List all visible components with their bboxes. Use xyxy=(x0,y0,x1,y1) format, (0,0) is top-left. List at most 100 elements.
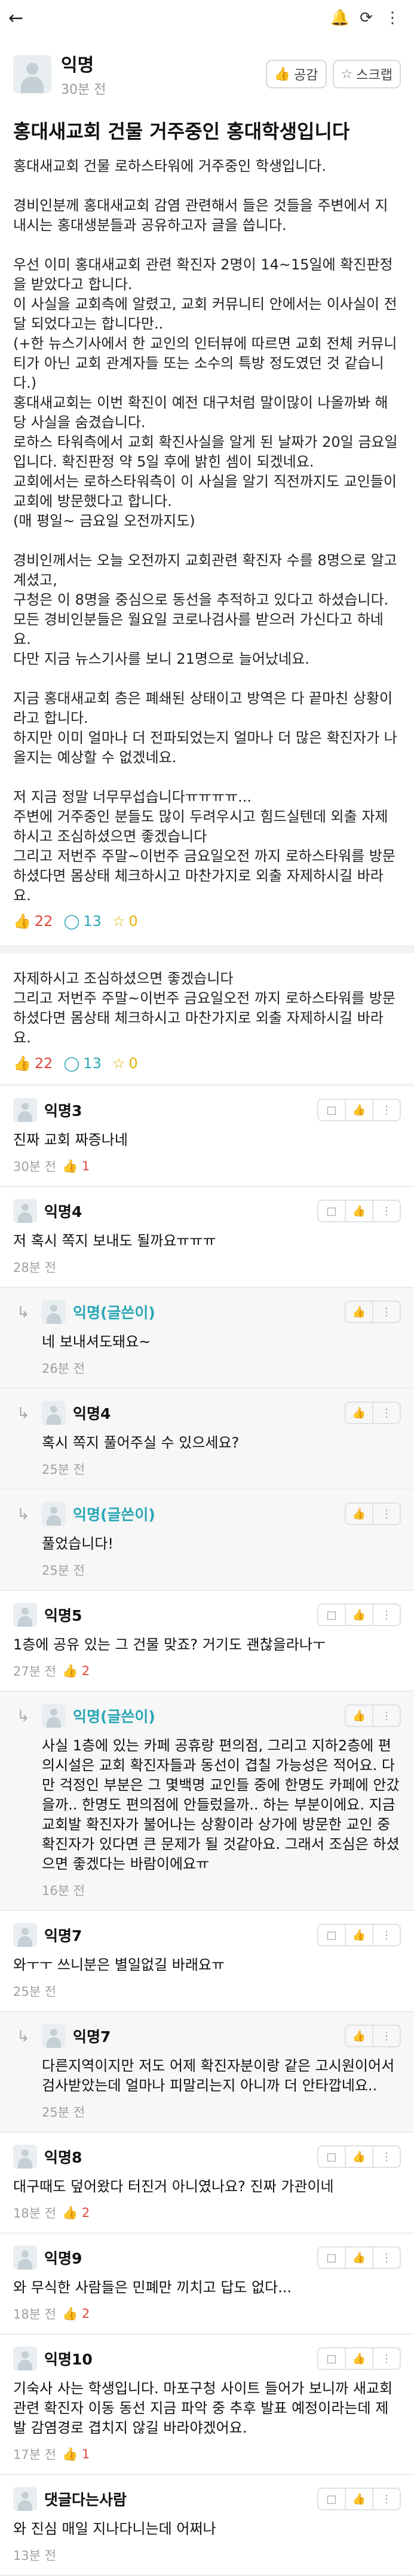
back-arrow-icon[interactable]: ← xyxy=(8,8,32,29)
like-icon: 👍 xyxy=(62,2446,78,2461)
comment-actions: □ 👍 ⋮ xyxy=(317,2488,401,2510)
comment-author: 익명4 xyxy=(44,1203,82,1220)
comment-text: 1층에 공유 있는 그 건물 맞죠? 거기도 괜찮을라나ㅜ xyxy=(13,1636,326,1653)
post-title: 홍대새교회 건물 거주중인 홍대학생입니다 xyxy=(13,120,350,143)
thumbs-up-icon[interactable]: 👍 xyxy=(345,2247,372,2268)
reply-icon[interactable]: □ xyxy=(318,2489,345,2509)
more-vertical-icon[interactable]: ⋮ xyxy=(372,1504,400,1524)
post-counts: 👍 22 ◯ 13 ☆ 0 xyxy=(13,913,401,930)
avatar xyxy=(42,2024,66,2048)
more-vertical-icon[interactable]: ⋮ xyxy=(372,2489,400,2509)
comment-actions: □ 👍 ⋮ xyxy=(317,1099,401,1121)
section-divider xyxy=(0,945,414,953)
more-vertical-icon[interactable]: ⋮ xyxy=(372,1201,400,1221)
thumbs-up-icon[interactable]: 👍 xyxy=(346,1504,372,1524)
comment-author: 익명10 xyxy=(44,2351,93,2368)
reply-icon[interactable]: □ xyxy=(318,2146,345,2167)
like-icon: 👍 xyxy=(62,1158,78,1173)
comment-actions: □ 👍 ⋮ xyxy=(317,1924,401,1946)
post-author: 익명 xyxy=(61,55,94,76)
comment-time: 27분 전 xyxy=(13,1664,57,1679)
reply-icon[interactable]: □ xyxy=(318,1100,345,1120)
comment-text: 다른지역이지만 저도 어제 확진자분이랑 같은 고시원이어서 검사받았는데 얼마… xyxy=(42,2057,399,2094)
more-vertical-icon[interactable]: ⋮ xyxy=(372,1706,400,1726)
more-vertical-icon[interactable]: ⋮ xyxy=(372,1403,400,1423)
comment-icon: ◯ xyxy=(63,1055,80,1072)
more-vertical-icon[interactable]: ⋮ xyxy=(372,1925,400,1945)
comment-like-count: 2 xyxy=(81,1663,90,1678)
comment-time: 28분 전 xyxy=(13,1261,57,1275)
reply-icon[interactable]: □ xyxy=(318,1605,345,1625)
comment-item: 익명10 □ 👍 ⋮ 기숙사 사는 학생입니다. 마포구청 사이트 들어가 보니까 새교… xyxy=(0,2335,414,2474)
comment-item: 익명7 □ 👍 ⋮ 와ㅜㅜ 쓰니분은 별일없길 바래요ㅠ 25분 전 xyxy=(0,1911,414,2011)
comment-time: 25분 전 xyxy=(42,1462,85,1477)
more-vertical-icon[interactable]: ⋮ xyxy=(372,2026,400,2046)
comment-text: 와 진심 매일 지나다니는데 어쩌나 xyxy=(13,2520,216,2537)
thumbs-up-icon: 👍 xyxy=(274,66,291,82)
more-vertical-icon[interactable]: ⋮ xyxy=(372,1100,400,1120)
post-paragraph: 지금 홍대새교회 층은 폐쇄된 상태이고 방역은 다 끝마친 상황이라고 합니다… xyxy=(13,690,397,766)
comment-actions: □ 👍 ⋮ xyxy=(317,1603,401,1626)
post-paragraph: 자제하시고 조심하셨으면 좋겠습니다 그리고 저번주 주말~이번주 금요일오전 … xyxy=(13,970,395,1046)
reply-item: ↳ 익명7 👍 ⋮ 다른지역이지만 저도 어제 확진자분이랑 같은 고시원이어서 검사받… xyxy=(0,2012,414,2132)
thumbs-up-icon[interactable]: 👍 xyxy=(346,1403,372,1423)
more-vertical-icon[interactable]: ⋮ xyxy=(372,2146,400,2167)
scrap-icon: ☆ xyxy=(112,1055,125,1072)
comment-author: 익명7 xyxy=(73,2028,111,2046)
comment-count: 13 xyxy=(83,1055,102,1072)
thumbs-up-icon[interactable]: 👍 xyxy=(345,2146,372,2167)
thumbs-up-icon[interactable]: 👍 xyxy=(345,1100,372,1120)
comment-text: 네 보내셔도돼요~ xyxy=(42,1333,151,1350)
reply-arrow-icon: ↳ xyxy=(17,1404,30,1422)
more-vertical-icon[interactable]: ⋮ xyxy=(372,1302,400,1322)
avatar xyxy=(13,1923,37,1947)
comment-text: 저 혹시 쪽지 보내도 될까요ㅠㅠㅠ xyxy=(13,1232,216,1249)
more-vertical-icon[interactable]: ⋮ xyxy=(372,2247,400,2268)
like-count: 22 xyxy=(34,913,53,930)
comment-time: 18분 전 xyxy=(13,2307,57,2322)
comment-actions: 👍 ⋮ xyxy=(345,2025,401,2047)
comment-time: 25분 전 xyxy=(42,2105,85,2120)
comment-actions: □ 👍 ⋮ xyxy=(317,2347,401,2370)
bell-icon[interactable]: 🔔 xyxy=(327,9,353,27)
thumbs-up-icon[interactable]: 👍 xyxy=(346,2026,372,2046)
thumbs-up-icon[interactable]: 👍 xyxy=(345,1201,372,1221)
avatar xyxy=(13,2487,37,2511)
avatar xyxy=(42,1502,66,1526)
reply-item: ↳ 익명(글쓴이) 👍 ⋮ 풀었습니다! 25분 전 xyxy=(0,1490,414,1590)
avatar xyxy=(13,2246,37,2270)
avatar xyxy=(13,2347,37,2370)
reply-arrow-icon: ↳ xyxy=(17,1304,30,1321)
like-icon: 👍 xyxy=(62,2205,78,2220)
thumbs-up-icon[interactable]: 👍 xyxy=(345,2489,372,2509)
thumbs-up-icon[interactable]: 👍 xyxy=(346,1706,372,1726)
more-vertical-icon[interactable]: ⋮ xyxy=(372,2348,400,2369)
reply-item: ↳ 익명4 👍 ⋮ 혹시 쪽지 풀어주실 수 있으세요? 25분 전 xyxy=(0,1389,414,1489)
refresh-icon[interactable]: ⟳ xyxy=(353,9,379,27)
reply-icon[interactable]: □ xyxy=(318,1925,345,1945)
thumbs-up-icon[interactable]: 👍 xyxy=(346,1302,372,1322)
post-body-repeat: 자제하시고 조심하셨으면 좋겠습니다 그리고 저번주 주말~이번주 금요일오전 … xyxy=(0,953,414,1072)
reply-icon[interactable]: □ xyxy=(318,2247,345,2268)
more-vertical-icon[interactable]: ⋮ xyxy=(372,1605,400,1625)
comment-author: 익명8 xyxy=(44,2149,82,2166)
scrap-button[interactable]: ☆ 스크랩 xyxy=(332,60,401,88)
more-vertical-icon[interactable]: ⋮ xyxy=(379,9,406,27)
reply-icon[interactable]: □ xyxy=(318,2348,345,2369)
like-icon: 👍 xyxy=(13,913,31,930)
comment-text: 기숙사 사는 학생입니다. 마포구청 사이트 들어가 보니까 새교회 관련 확진… xyxy=(13,2380,397,2436)
thumbs-up-icon[interactable]: 👍 xyxy=(345,2348,372,2369)
avatar xyxy=(13,2145,37,2169)
reply-icon[interactable]: □ xyxy=(318,1201,345,1221)
thumbs-up-icon[interactable]: 👍 xyxy=(345,1925,372,1945)
scrap-icon: ☆ xyxy=(112,913,125,930)
thumbs-up-icon[interactable]: 👍 xyxy=(345,1605,372,1625)
comment-actions: 👍 ⋮ xyxy=(345,1704,401,1727)
empathy-button[interactable]: 👍 공감 xyxy=(265,60,327,88)
scrap-count: 0 xyxy=(128,1055,138,1072)
comment-time: 26분 전 xyxy=(42,1361,85,1376)
comment-item: 익명3 □ 👍 ⋮ 진짜 교회 짜증나네 30분 전 👍 1 xyxy=(0,1086,414,1186)
comment-author: 익명7 xyxy=(44,1927,82,1945)
comment-text: 와 무식한 사람들은 민폐만 끼치고 답도 없다... xyxy=(13,2279,292,2296)
comment-actions: □ 👍 ⋮ xyxy=(317,2145,401,2168)
